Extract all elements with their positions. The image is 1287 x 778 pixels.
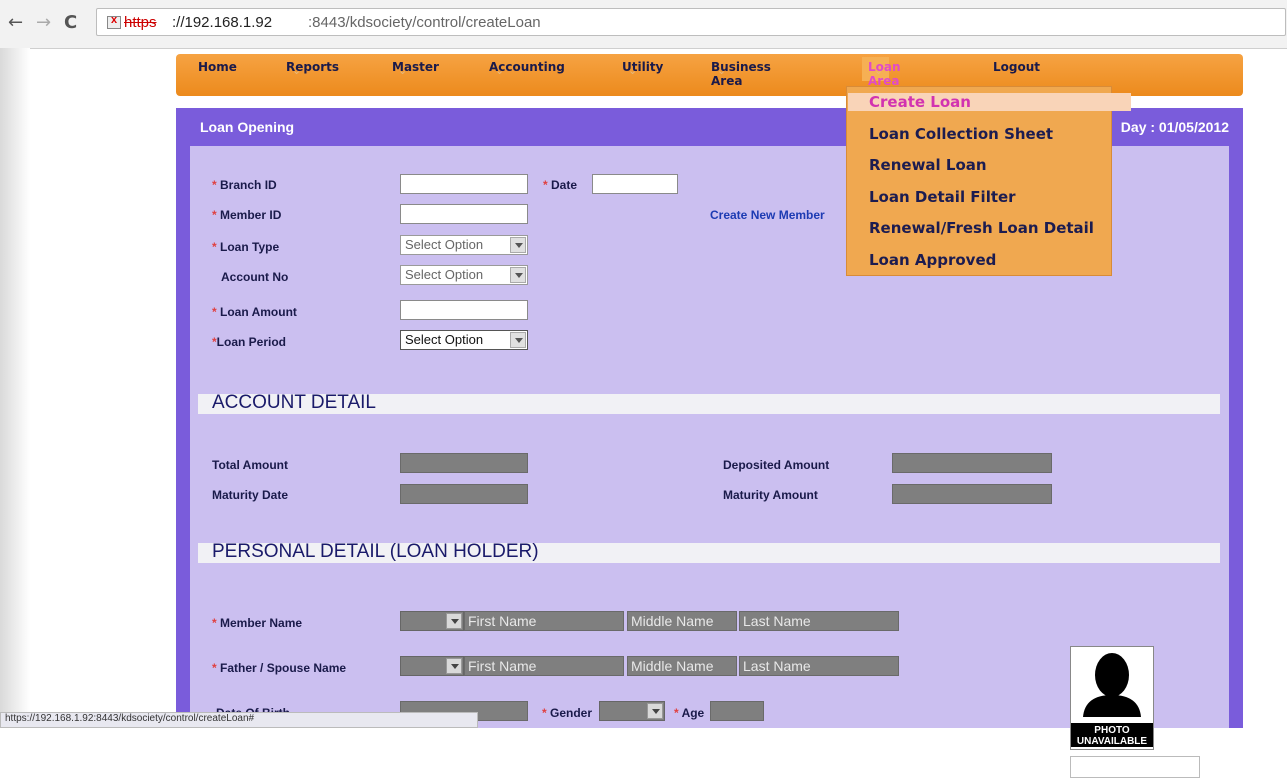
left-edge-shadow <box>0 48 30 728</box>
signature-box <box>1070 756 1200 778</box>
father-middle-name[interactable]: Middle Name <box>627 656 737 676</box>
father-spouse-label: * Father / Spouse Name <box>212 661 347 675</box>
branch-id-input[interactable] <box>400 174 528 194</box>
chevron-down-icon <box>446 658 462 674</box>
chevron-down-icon <box>510 332 526 348</box>
url-path: :8443/kdsociety/control/createLoan <box>308 14 541 31</box>
member-id-input[interactable] <box>400 204 528 224</box>
loan-amount-label: * Loan Amount <box>212 305 297 319</box>
age-label: * Age <box>674 706 705 720</box>
back-icon[interactable]: ← <box>8 12 23 33</box>
deposited-amount-field <box>892 453 1052 473</box>
photo-text: UNAVAILABLE <box>1076 736 1148 747</box>
chevron-down-icon <box>647 703 663 719</box>
menu-loan-area[interactable]: Loan Area ⌄ <box>862 57 901 88</box>
photo-text: PHOTO <box>1094 725 1130 736</box>
member-id-label: * Member ID <box>212 208 282 222</box>
menu-utility[interactable]: Utility ⌄ <box>622 60 663 78</box>
dropdown-create-loan[interactable]: Create Loan <box>848 93 1131 111</box>
maturity-date-field <box>400 484 528 504</box>
loan-period-select[interactable]: Select Option <box>400 330 528 350</box>
member-first-name[interactable]: First Name <box>464 611 624 631</box>
person-silhouette-icon <box>1083 653 1141 717</box>
account-no-select[interactable]: Select Option <box>400 265 528 285</box>
loan-area-dropdown: Create Loan Loan Collection Sheet Renewa… <box>846 86 1131 276</box>
loan-type-label: * Loan Type <box>212 240 280 254</box>
member-name-label: * Member Name <box>212 616 303 630</box>
date-input[interactable] <box>592 174 678 194</box>
forward-icon[interactable]: → <box>36 12 51 33</box>
maturity-date-label: Maturity Date <box>212 488 289 502</box>
branch-id-label: * Branch ID <box>212 178 277 192</box>
chevron-down-icon <box>510 267 526 283</box>
dropdown-loan-detail-filter[interactable]: Loan Detail Filter <box>869 188 1016 206</box>
age-field <box>710 701 764 721</box>
total-amount-field <box>400 453 528 473</box>
father-title-select[interactable] <box>400 656 464 676</box>
reload-icon[interactable]: C <box>64 12 77 33</box>
deposited-amount-label: Deposited Amount <box>723 458 830 472</box>
chevron-down-icon <box>510 237 526 253</box>
gender-select[interactable] <box>599 701 665 721</box>
address-bar[interactable]: https ://192.168.1.92 :8443/kdsociety/co… <box>96 8 1286 36</box>
url-host: ://192.168.1.92 <box>172 14 273 31</box>
member-title-select[interactable] <box>400 611 464 631</box>
url-protocol: https <box>124 14 157 31</box>
chevron-down-icon <box>446 613 462 629</box>
panel-title: Loan Opening <box>200 119 295 135</box>
create-new-member-link[interactable]: Create New Member <box>710 208 825 222</box>
member-photo: PHOTO UNAVAILABLE <box>1070 646 1154 750</box>
browser-toolbar: ← → C https ://192.168.1.92 :8443/kdsoci… <box>0 0 1287 49</box>
dropdown-renewal-loan[interactable]: Renewal Loan <box>869 156 987 174</box>
day-display: Day : 01/05/2012 <box>1120 119 1229 135</box>
dropdown-loan-approved[interactable]: Loan Approved <box>869 251 996 269</box>
personal-detail-heading: PERSONAL DETAIL (LOAN HOLDER) <box>198 541 1220 563</box>
dropdown-loan-collection-sheet[interactable]: Loan Collection Sheet <box>869 125 1053 143</box>
menu-reports[interactable]: Reports ⌄ <box>286 60 339 78</box>
loan-type-select[interactable]: Select Option <box>400 235 528 255</box>
loan-period-label: *Loan Period <box>212 335 287 349</box>
maturity-amount-field <box>892 484 1052 504</box>
insecure-lock-icon <box>107 14 121 29</box>
account-detail-heading: ACCOUNT DETAIL <box>198 392 1220 414</box>
menu-business-area[interactable]: Business Area ⌄ <box>711 60 771 88</box>
dropdown-renewal-fresh-loan-detail[interactable]: Renewal/Fresh Loan Detail <box>869 219 1094 237</box>
total-amount-label: Total Amount <box>212 458 288 472</box>
maturity-amount-label: Maturity Amount <box>723 488 818 502</box>
loan-amount-input[interactable] <box>400 300 528 320</box>
menu-accounting[interactable]: Accounting ⌄ <box>489 60 565 78</box>
status-bar: https://192.168.1.92:8443/kdsociety/cont… <box>0 712 478 728</box>
father-first-name[interactable]: First Name <box>464 656 624 676</box>
menu-master[interactable]: Master ⌄ <box>392 60 439 78</box>
account-no-label: Account No <box>221 270 289 284</box>
date-label: * Date <box>543 178 578 192</box>
father-last-name[interactable]: Last Name <box>739 656 899 676</box>
member-middle-name[interactable]: Middle Name <box>627 611 737 631</box>
gender-label: * Gender <box>542 706 593 720</box>
member-last-name[interactable]: Last Name <box>739 611 899 631</box>
